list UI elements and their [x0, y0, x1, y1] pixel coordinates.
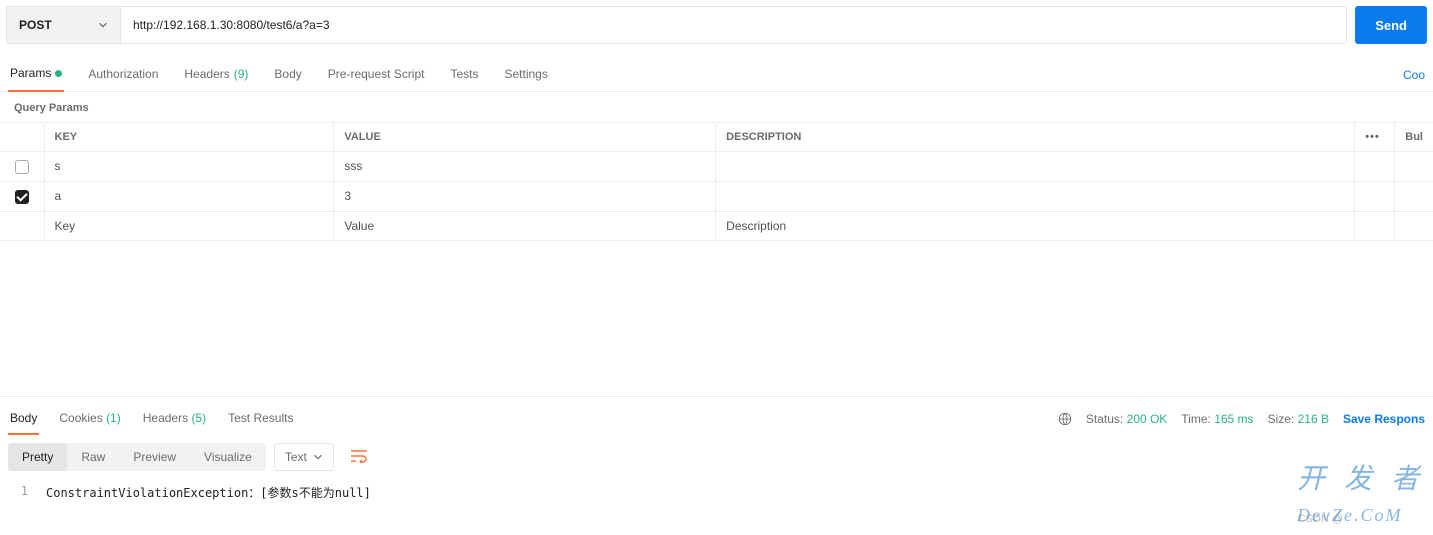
- tab-settings[interactable]: Settings: [503, 58, 550, 91]
- resp-tab-tests[interactable]: Test Results: [226, 403, 295, 435]
- param-value[interactable]: sss: [334, 152, 716, 182]
- view-raw[interactable]: Raw: [67, 443, 119, 471]
- active-dot-icon: [55, 70, 62, 77]
- status-value: 200 OK: [1127, 412, 1168, 426]
- response-view-bar: Pretty Raw Preview Visualize Text: [0, 435, 1433, 480]
- tab-tests[interactable]: Tests: [448, 58, 480, 91]
- param-row-new[interactable]: Key Value Description: [0, 211, 1433, 240]
- param-value[interactable]: 3: [334, 181, 716, 211]
- params-header-row: KEY VALUE DESCRIPTION ••• Bul: [0, 123, 1433, 152]
- tab-headers[interactable]: Headers (9): [182, 58, 250, 91]
- http-method-select[interactable]: POST: [6, 6, 121, 44]
- save-response-button[interactable]: Save Respons: [1343, 412, 1425, 426]
- resp-tab-cookies[interactable]: Cookies (1): [57, 403, 122, 435]
- param-description[interactable]: [716, 152, 1355, 182]
- param-key-placeholder[interactable]: Key: [44, 211, 334, 240]
- request-bar: POST Send: [0, 0, 1433, 50]
- bulk-edit-header[interactable]: Bul: [1395, 123, 1433, 152]
- response-status: Status: 200 OK Time: 165 ms Size: 216 B …: [1058, 412, 1425, 426]
- chevron-down-icon: [313, 452, 323, 462]
- resp-tab-body[interactable]: Body: [8, 403, 39, 435]
- time-value: 165 ms: [1214, 412, 1253, 426]
- globe-icon[interactable]: [1058, 412, 1072, 426]
- param-key[interactable]: s: [44, 152, 334, 182]
- value-header: VALUE: [334, 123, 716, 152]
- params-table: KEY VALUE DESCRIPTION ••• Bul s sss a 3 …: [0, 122, 1433, 241]
- content-type-select[interactable]: Text: [274, 443, 334, 471]
- response-bar: Body Cookies (1) Headers (5) Test Result…: [0, 396, 1433, 435]
- csdn-watermark: CSDN @: [1298, 513, 1343, 525]
- tab-body[interactable]: Body: [272, 58, 303, 91]
- tab-params[interactable]: Params: [8, 58, 64, 92]
- checkbox[interactable]: [15, 190, 29, 204]
- view-mode-segment: Pretty Raw Preview Visualize: [8, 443, 266, 471]
- size-value: 216 B: [1298, 412, 1329, 426]
- send-button[interactable]: Send: [1355, 6, 1427, 44]
- request-tabs: Params Authorization Headers (9) Body Pr…: [0, 50, 1433, 92]
- query-params-label: Query Params: [0, 92, 1433, 122]
- line-number: 1: [8, 484, 28, 501]
- http-method-label: POST: [19, 18, 52, 32]
- url-input[interactable]: [121, 6, 1347, 44]
- param-description-placeholder[interactable]: Description: [716, 211, 1355, 240]
- param-value-placeholder[interactable]: Value: [334, 211, 716, 240]
- param-row[interactable]: s sss: [0, 152, 1433, 182]
- response-text: ConstraintViolationException：[参数s不能为null…: [46, 484, 371, 501]
- more-header[interactable]: •••: [1355, 123, 1395, 152]
- tab-authorization[interactable]: Authorization: [86, 58, 160, 91]
- param-key[interactable]: a: [44, 181, 334, 211]
- response-body[interactable]: 1 ConstraintViolationException：[参数s不能为nu…: [0, 480, 1433, 513]
- view-pretty[interactable]: Pretty: [8, 443, 67, 471]
- key-header: KEY: [44, 123, 334, 152]
- param-row[interactable]: a 3: [0, 181, 1433, 211]
- view-preview[interactable]: Preview: [119, 443, 190, 471]
- view-visualize[interactable]: Visualize: [190, 443, 266, 471]
- chevron-down-icon: [98, 20, 108, 30]
- resp-tab-headers[interactable]: Headers (5): [141, 403, 208, 435]
- description-header: DESCRIPTION: [716, 123, 1355, 152]
- param-description[interactable]: [716, 181, 1355, 211]
- check-header: [0, 123, 44, 152]
- wrap-lines-icon[interactable]: [342, 443, 376, 472]
- checkbox[interactable]: [15, 160, 29, 174]
- cookies-link[interactable]: Coo: [1403, 68, 1425, 82]
- tab-prerequest[interactable]: Pre-request Script: [326, 58, 427, 91]
